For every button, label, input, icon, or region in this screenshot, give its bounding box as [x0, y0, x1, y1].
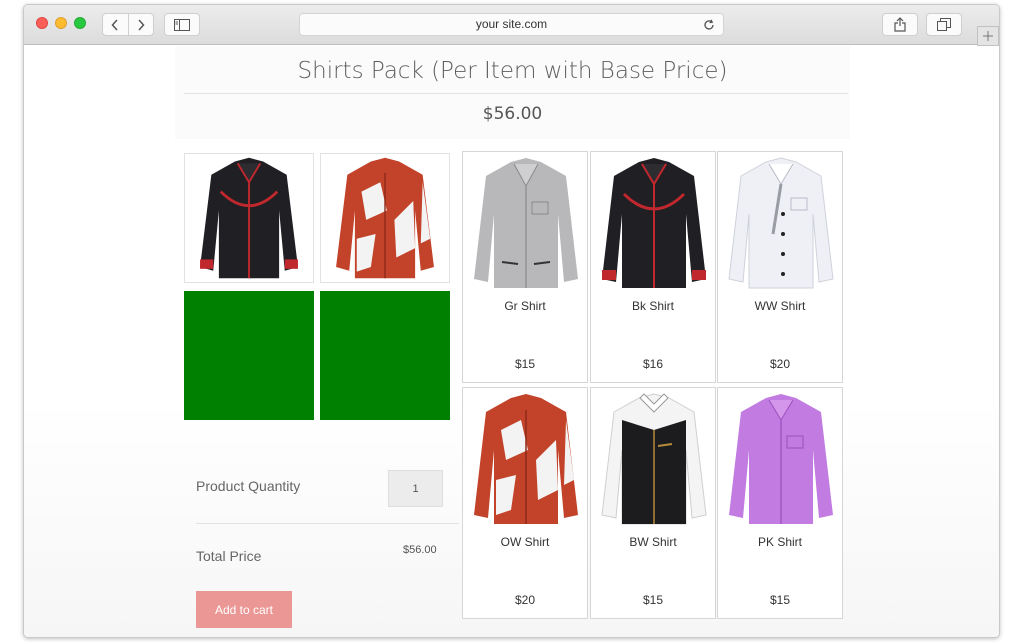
zoom-window-button[interactable]	[74, 17, 86, 29]
empty-item-slot[interactable]	[320, 291, 450, 420]
product-price-label: $16	[642, 357, 664, 371]
show-tabs-button[interactable]	[926, 13, 962, 36]
product-price-label: $15	[642, 593, 664, 607]
forward-button[interactable]	[129, 14, 154, 35]
purple-shirt-icon	[729, 394, 833, 524]
quantity-input[interactable]: 1	[388, 470, 443, 507]
grey-shirt-icon	[474, 158, 578, 288]
chevron-left-icon	[111, 18, 118, 31]
product-card[interactable]: Gr Shirt $15	[462, 151, 588, 383]
product-name: Bk Shirt	[631, 299, 674, 313]
address-text: your site.com	[475, 17, 548, 31]
chevron-right-icon	[138, 18, 145, 31]
product-card[interactable]: BW Shirt $15	[590, 387, 716, 619]
address-bar[interactable]: your site.com	[299, 13, 724, 36]
product-price-label: $20	[769, 357, 791, 371]
form-divider	[196, 523, 459, 524]
black-red-shirt-icon	[200, 157, 298, 279]
orange-white-shirt-icon	[336, 157, 434, 279]
product-price-label: $15	[514, 357, 536, 371]
product-name: OW Shirt	[500, 535, 550, 549]
white-shirt-icon	[728, 157, 834, 289]
new-tab-button[interactable]	[977, 26, 999, 46]
total-price-label: Total Price	[196, 548, 262, 564]
sidebar-icon	[174, 18, 190, 31]
product-name: WW Shirt	[754, 299, 806, 313]
minimize-window-button[interactable]	[55, 17, 67, 29]
product-card[interactable]: PK Shirt $15	[717, 387, 843, 619]
selected-item-slot[interactable]	[184, 153, 314, 283]
product-card[interactable]: WW Shirt $20	[717, 151, 843, 383]
product-name: PK Shirt	[757, 535, 802, 549]
black-red-shirt-icon	[602, 158, 706, 288]
quantity-value: 1	[412, 482, 419, 495]
title-divider	[184, 93, 848, 94]
page-viewport: Shirts Pack (Per Item with Base Price) $…	[24, 46, 999, 637]
add-to-cart-button[interactable]: Add to cart	[196, 591, 292, 628]
close-window-button[interactable]	[36, 17, 48, 29]
total-price-value: $56.00	[403, 544, 437, 556]
reload-icon[interactable]	[703, 19, 715, 31]
product-name: BW Shirt	[629, 535, 677, 549]
browser-toolbar: your site.com	[24, 5, 999, 46]
black-white-shirt-icon	[601, 393, 707, 525]
back-button[interactable]	[103, 14, 128, 35]
product-card[interactable]: OW Shirt $20	[462, 387, 588, 619]
navigation-buttons	[102, 13, 154, 36]
product-card[interactable]: Bk Shirt $16	[590, 151, 716, 383]
share-icon	[894, 17, 906, 32]
share-button[interactable]	[882, 13, 918, 36]
product-name: Gr Shirt	[504, 299, 546, 313]
empty-item-slot[interactable]	[184, 291, 314, 420]
selected-item-slot[interactable]	[320, 153, 450, 283]
product-price-label: $20	[514, 593, 536, 607]
product-price-label: $15	[769, 593, 791, 607]
tabs-icon	[937, 18, 951, 31]
orange-white-shirt-icon	[474, 394, 578, 524]
product-price: $56.00	[482, 104, 543, 124]
sidebar-toggle-button[interactable]	[164, 13, 200, 36]
plus-icon	[983, 31, 993, 41]
product-title: Shirts Pack (Per Item with Base Price)	[297, 58, 728, 84]
quantity-label: Product Quantity	[196, 478, 301, 494]
browser-window: your site.com Shirts Pack (Per Item with…	[23, 4, 1000, 638]
